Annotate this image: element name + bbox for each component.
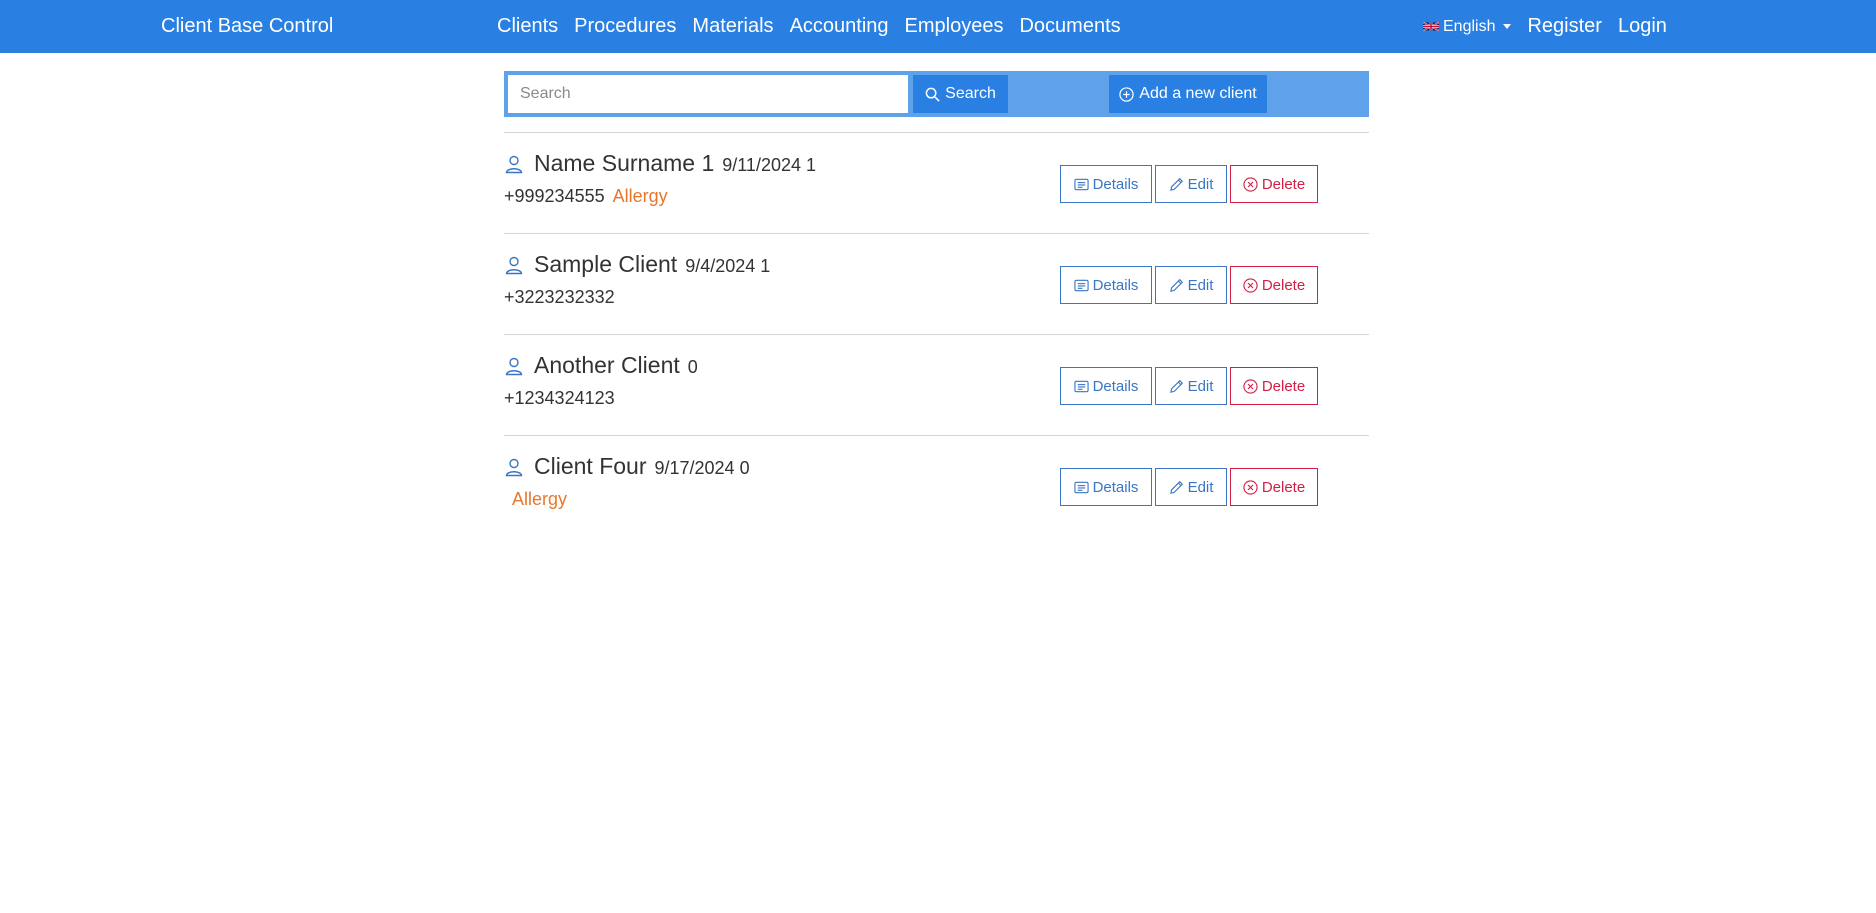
x-circle-icon xyxy=(1243,176,1258,192)
delete-label: Delete xyxy=(1261,478,1306,496)
main-nav: Clients Procedures Materials Accounting … xyxy=(497,0,1121,53)
details-button[interactable]: Details xyxy=(1060,165,1152,203)
client-name: Name Surname 1 xyxy=(534,150,715,176)
client-row: Name Surname 1 9/11/2024 1 +999234555 Al… xyxy=(504,132,1369,233)
nav-documents[interactable]: Documents xyxy=(1019,15,1120,38)
delete-button[interactable]: Delete xyxy=(1230,468,1318,506)
row-actions: Details Edit Delete xyxy=(1060,468,1318,506)
nav-procedures[interactable]: Procedures xyxy=(574,15,676,38)
login-link[interactable]: Login xyxy=(1618,15,1667,38)
card-text-icon xyxy=(1073,178,1089,190)
card-text-icon xyxy=(1073,279,1089,291)
nav-clients[interactable]: Clients xyxy=(497,15,558,38)
details-button[interactable]: Details xyxy=(1060,468,1152,506)
person-icon xyxy=(505,458,523,476)
client-title: Client Four 9/17/2024 0 xyxy=(504,453,750,480)
edit-button[interactable]: Edit xyxy=(1155,367,1227,405)
x-circle-icon xyxy=(1243,277,1258,293)
row-actions: Details Edit Delete xyxy=(1060,266,1318,304)
details-label: Details xyxy=(1092,377,1139,395)
client-meta: 9/17/2024 0 xyxy=(654,458,750,478)
client-name: Sample Client xyxy=(534,251,678,277)
nav-materials[interactable]: Materials xyxy=(692,15,773,38)
delete-button[interactable]: Delete xyxy=(1230,266,1318,304)
nav-right: English Register Login xyxy=(1423,0,1667,53)
details-label: Details xyxy=(1092,175,1139,193)
language-dropdown[interactable]: English xyxy=(1423,17,1512,36)
row-actions: Details Edit Delete xyxy=(1060,165,1318,203)
card-text-icon xyxy=(1073,380,1089,392)
pencil-icon xyxy=(1169,278,1183,292)
details-label: Details xyxy=(1092,276,1139,294)
search-input[interactable] xyxy=(508,75,908,113)
chevron-down-icon xyxy=(1503,24,1512,29)
details-button[interactable]: Details xyxy=(1060,367,1152,405)
client-details-line: Allergy xyxy=(504,489,567,510)
client-phone: +3223232332 xyxy=(504,287,615,307)
person-icon xyxy=(505,357,523,375)
plus-circle-icon xyxy=(1119,86,1134,102)
edit-button[interactable]: Edit xyxy=(1155,468,1227,506)
add-client-button[interactable]: Add a new client xyxy=(1109,75,1267,113)
row-actions: Details Edit Delete xyxy=(1060,367,1318,405)
delete-label: Delete xyxy=(1261,175,1306,193)
card-text-icon xyxy=(1073,481,1089,493)
pencil-icon xyxy=(1169,480,1183,494)
edit-button[interactable]: Edit xyxy=(1155,165,1227,203)
client-meta: 9/4/2024 1 xyxy=(685,256,771,276)
pencil-icon xyxy=(1169,379,1183,393)
delete-button[interactable]: Delete xyxy=(1230,367,1318,405)
client-row: Sample Client 9/4/2024 1 +3223232332 Det… xyxy=(504,233,1369,334)
details-label: Details xyxy=(1092,478,1139,496)
client-phone: +999234555 xyxy=(504,186,605,206)
language-label: English xyxy=(1443,17,1496,35)
nav-employees[interactable]: Employees xyxy=(905,15,1004,38)
brand-link[interactable]: Client Base Control xyxy=(161,0,333,53)
search-button-label: Search xyxy=(945,85,996,102)
client-meta: 0 xyxy=(687,357,698,377)
delete-button[interactable]: Delete xyxy=(1230,165,1318,203)
search-button[interactable]: Search xyxy=(913,75,1008,113)
person-icon xyxy=(505,155,523,173)
client-meta: 9/11/2024 1 xyxy=(722,155,817,175)
client-title: Sample Client 9/4/2024 1 xyxy=(504,251,770,278)
client-row: Another Client 0 +1234324123 Details Edi… xyxy=(504,334,1369,435)
delete-label: Delete xyxy=(1261,377,1306,395)
allergy-label: Allergy xyxy=(512,489,568,509)
pencil-icon xyxy=(1169,177,1183,191)
client-details-line: +3223232332 xyxy=(504,287,615,308)
register-link[interactable]: Register xyxy=(1527,15,1601,38)
client-title: Name Surname 1 9/11/2024 1 xyxy=(504,150,816,177)
edit-label: Edit xyxy=(1187,175,1214,193)
client-details-line: +1234324123 xyxy=(504,388,615,409)
nav-accounting[interactable]: Accounting xyxy=(790,15,889,38)
edit-label: Edit xyxy=(1187,478,1214,496)
client-name: Client Four xyxy=(534,453,647,479)
x-circle-icon xyxy=(1243,479,1258,495)
client-row: Client Four 9/17/2024 0 Allergy Details … xyxy=(504,435,1369,536)
delete-label: Delete xyxy=(1261,276,1306,294)
client-details-line: +999234555 Allergy xyxy=(504,186,668,207)
add-client-label: Add a new client xyxy=(1139,85,1257,102)
edit-button[interactable]: Edit xyxy=(1155,266,1227,304)
top-navbar: Client Base Control Clients Procedures M… xyxy=(0,0,1876,53)
client-name: Another Client xyxy=(534,352,680,378)
edit-label: Edit xyxy=(1187,377,1214,395)
uk-flag-icon xyxy=(1423,21,1439,32)
client-phone: +1234324123 xyxy=(504,388,615,408)
edit-label: Edit xyxy=(1187,276,1214,294)
search-toolbar: Search Add a new client xyxy=(504,71,1369,117)
search-icon xyxy=(925,87,940,102)
client-title: Another Client 0 xyxy=(504,352,698,379)
details-button[interactable]: Details xyxy=(1060,266,1152,304)
client-list: Name Surname 1 9/11/2024 1 +999234555 Al… xyxy=(504,132,1369,536)
allergy-label: Allergy xyxy=(612,186,668,206)
x-circle-icon xyxy=(1243,378,1258,394)
person-icon xyxy=(505,256,523,274)
